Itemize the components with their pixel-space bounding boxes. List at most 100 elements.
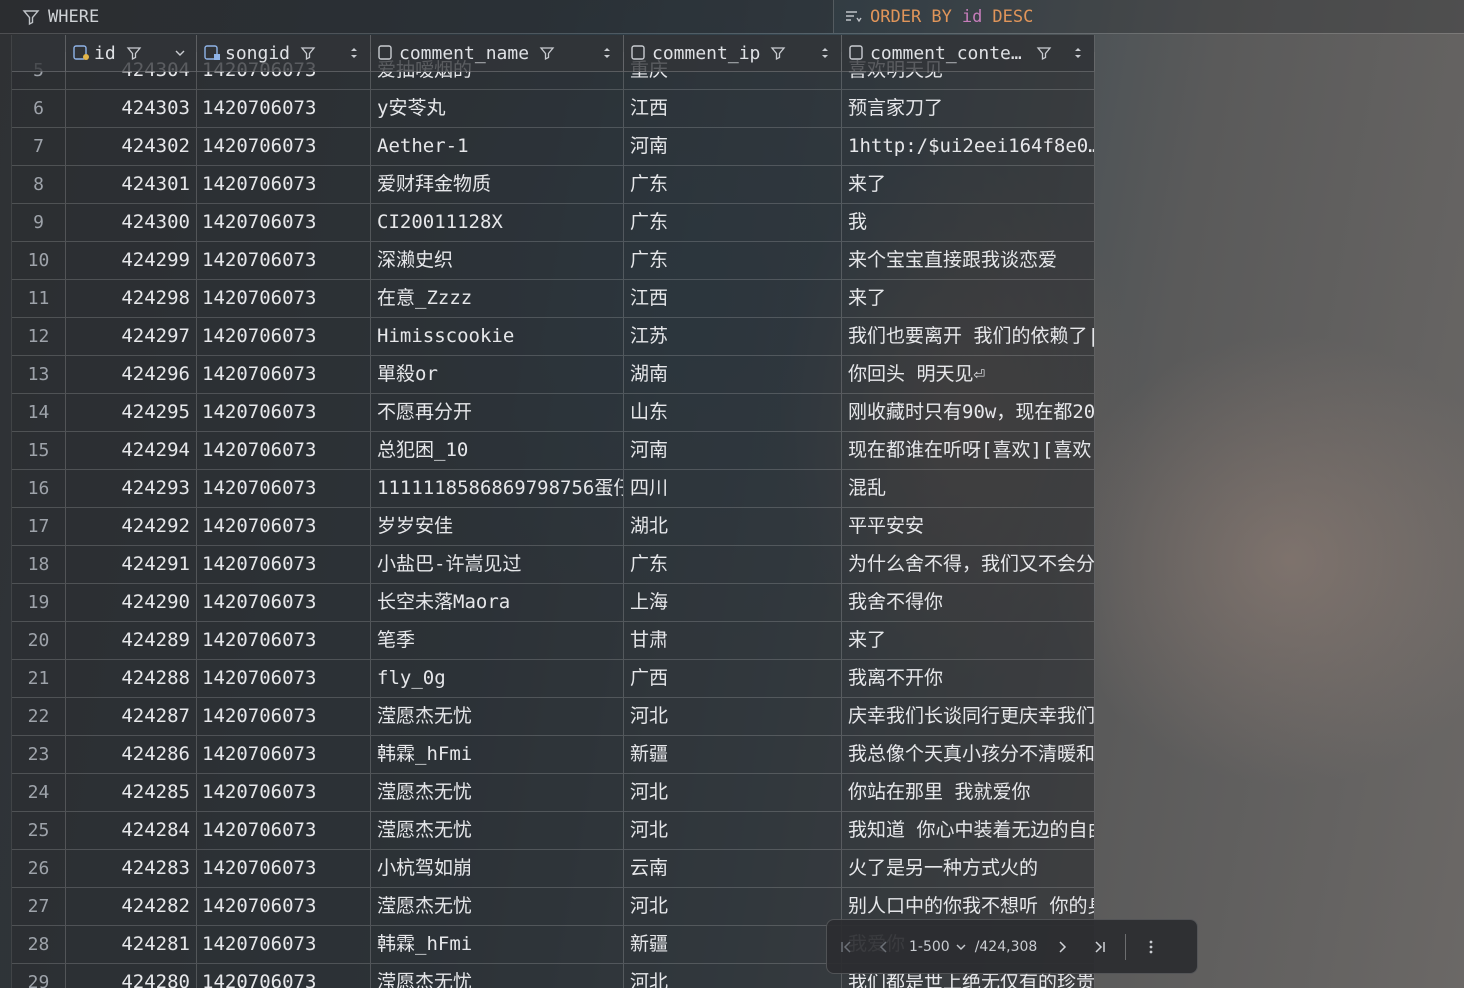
column-header-id[interactable]: id xyxy=(66,35,197,71)
id-cell[interactable]: 424297 xyxy=(66,318,197,355)
id-cell[interactable]: 424294 xyxy=(66,432,197,469)
table-row[interactable]: 10 424299 1420706073 深濑史织 广东 来个宝宝直接跟我谈恋爱 xyxy=(12,242,1095,280)
comment-content-cell[interactable]: 我知道 你心中装着无边的自由 xyxy=(842,812,1095,849)
songid-cell[interactable]: 1420706073 xyxy=(197,850,371,887)
comment-ip-cell[interactable]: 湖北 xyxy=(624,508,842,545)
previous-page-button[interactable] xyxy=(865,930,903,964)
comment-content-cell[interactable]: 我离不开你 xyxy=(842,660,1095,697)
songid-cell[interactable]: 1420706073 xyxy=(197,280,371,317)
column-header-comment-content[interactable]: comment_conte… xyxy=(842,35,1095,71)
column-filter-icon[interactable] xyxy=(1036,45,1052,61)
comment-content-cell[interactable]: 来了 xyxy=(842,280,1095,317)
songid-cell[interactable]: 1420706073 xyxy=(197,812,371,849)
songid-cell[interactable]: 1420706073 xyxy=(197,736,371,773)
table-row[interactable]: 24 424285 1420706073 滢愿杰无忧 河北 你站在那里 我就爱你 xyxy=(12,774,1095,812)
comment-name-cell[interactable]: 韩霖_hFmi xyxy=(371,926,624,963)
row-number-cell[interactable]: 23 xyxy=(12,736,66,773)
table-row[interactable]: 11 424298 1420706073 在意_Zzzz 江西 来了 xyxy=(12,280,1095,318)
comment-name-cell[interactable]: 小盐巴-许嵩见过 xyxy=(371,546,624,583)
id-cell[interactable]: 424280 xyxy=(66,964,197,988)
comment-ip-cell[interactable]: 上海 xyxy=(624,584,842,621)
comment-content-cell[interactable]: 我们也要离开 我们的依赖了| xyxy=(842,318,1095,355)
comment-name-cell[interactable]: Himisscookie xyxy=(371,318,624,355)
songid-cell[interactable]: 1420706073 xyxy=(197,204,371,241)
comment-name-cell[interactable]: 笔季 xyxy=(371,622,624,659)
column-filter-icon[interactable] xyxy=(300,45,316,61)
songid-cell[interactable]: 1420706073 xyxy=(197,128,371,165)
comment-content-cell[interactable]: 我 xyxy=(842,204,1095,241)
table-row[interactable]: 14 424295 1420706073 不愿再分开 山东 刚收藏时只有90w，现在都20 xyxy=(12,394,1095,432)
column-header-songid[interactable]: songid xyxy=(197,35,371,71)
id-cell[interactable]: 424302 xyxy=(66,128,197,165)
row-number-cell[interactable]: 18 xyxy=(12,546,66,583)
songid-cell[interactable]: 1420706073 xyxy=(197,546,371,583)
songid-cell[interactable]: 1420706073 xyxy=(197,774,371,811)
comment-name-cell[interactable]: fly_0g xyxy=(371,660,624,697)
id-cell[interactable]: 424301 xyxy=(66,166,197,203)
row-number-cell[interactable]: 14 xyxy=(12,394,66,431)
comment-name-cell[interactable]: 爱财拜金物质 xyxy=(371,166,624,203)
comment-ip-cell[interactable]: 广东 xyxy=(624,204,842,241)
comment-ip-cell[interactable]: 新疆 xyxy=(624,926,842,963)
row-number-cell[interactable]: 9 xyxy=(12,204,66,241)
row-number-cell[interactable]: 11 xyxy=(12,280,66,317)
row-number-cell[interactable]: 10 xyxy=(12,242,66,279)
id-cell[interactable]: 424286 xyxy=(66,736,197,773)
songid-cell[interactable]: 1420706073 xyxy=(197,242,371,279)
comment-ip-cell[interactable]: 湖南 xyxy=(624,356,842,393)
id-cell[interactable]: 424292 xyxy=(66,508,197,545)
id-cell[interactable]: 424283 xyxy=(66,850,197,887)
comment-ip-cell[interactable]: 新疆 xyxy=(624,736,842,773)
comment-ip-cell[interactable]: 江西 xyxy=(624,280,842,317)
songid-cell[interactable]: 1420706073 xyxy=(197,964,371,988)
table-row[interactable]: 26 424283 1420706073 小杭驾如崩 云南 火了是另一种方式火的 xyxy=(12,850,1095,888)
id-cell[interactable]: 424303 xyxy=(66,90,197,127)
table-row[interactable]: 9 424300 1420706073 CI20011128X 广东我 xyxy=(12,204,1095,242)
comment-name-cell[interactable]: 單殺or xyxy=(371,356,624,393)
comment-name-cell[interactable]: 滢愿杰无忧 xyxy=(371,812,624,849)
row-number-cell[interactable]: 13 xyxy=(12,356,66,393)
comment-name-cell[interactable]: 滢愿杰无忧 xyxy=(371,964,624,988)
comment-name-cell[interactable]: 深濑史织 xyxy=(371,242,624,279)
songid-cell[interactable]: 1420706073 xyxy=(197,356,371,393)
songid-cell[interactable]: 1420706073 xyxy=(197,584,371,621)
table-row[interactable]: 8 424301 1420706073 爱财拜金物质 广东 来了 xyxy=(12,166,1095,204)
songid-cell[interactable]: 1420706073 xyxy=(197,318,371,355)
comment-ip-cell[interactable]: 广东 xyxy=(624,242,842,279)
comment-name-cell[interactable]: 总犯困_10 xyxy=(371,432,624,469)
id-cell[interactable]: 424293 xyxy=(66,470,197,507)
table-row[interactable]: 22 424287 1420706073 滢愿杰无忧 河北 庆幸我们长谈同行更庆幸我们 xyxy=(12,698,1095,736)
songid-cell[interactable]: 1420706073 xyxy=(197,394,371,431)
comment-name-cell[interactable]: 滢愿杰无忧 xyxy=(371,774,624,811)
id-cell[interactable]: 424291 xyxy=(66,546,197,583)
comment-name-cell[interactable]: 滢愿杰无忧 xyxy=(371,888,624,925)
comment-name-cell[interactable]: 小杭驾如崩 xyxy=(371,850,624,887)
id-cell[interactable]: 424298 xyxy=(66,280,197,317)
row-number-cell[interactable]: 17 xyxy=(12,508,66,545)
songid-cell[interactable]: 1420706073 xyxy=(197,470,371,507)
comment-ip-cell[interactable]: 河北 xyxy=(624,774,842,811)
id-cell[interactable]: 424281 xyxy=(66,926,197,963)
comment-name-cell[interactable]: CI20011128X xyxy=(371,204,624,241)
id-cell[interactable]: 424299 xyxy=(66,242,197,279)
row-number-cell[interactable]: 20 xyxy=(12,622,66,659)
row-number-cell[interactable]: 8 xyxy=(12,166,66,203)
column-filter-icon[interactable] xyxy=(126,45,142,61)
comment-ip-cell[interactable]: 河北 xyxy=(624,812,842,849)
row-number-cell[interactable]: 12 xyxy=(12,318,66,355)
id-cell[interactable]: 424289 xyxy=(66,622,197,659)
comment-content-cell[interactable]: 我舍不得你 xyxy=(842,584,1095,621)
comment-ip-cell[interactable]: 广东 xyxy=(624,546,842,583)
comment-name-cell[interactable]: 在意_Zzzz xyxy=(371,280,624,317)
comment-content-cell[interactable]: 刚收藏时只有90w，现在都20 xyxy=(842,394,1095,431)
songid-cell[interactable]: 1420706073 xyxy=(197,432,371,469)
row-number-cell[interactable]: 19 xyxy=(12,584,66,621)
row-number-cell[interactable]: 7 xyxy=(12,128,66,165)
songid-cell[interactable]: 1420706073 xyxy=(197,622,371,659)
sort-icon[interactable] xyxy=(819,45,831,61)
comment-ip-cell[interactable]: 江苏 xyxy=(624,318,842,355)
row-number-cell[interactable]: 27 xyxy=(12,888,66,925)
songid-cell[interactable]: 1420706073 xyxy=(197,508,371,545)
column-header-comment-name[interactable]: comment_name xyxy=(371,35,624,71)
id-cell[interactable]: 424287 xyxy=(66,698,197,735)
